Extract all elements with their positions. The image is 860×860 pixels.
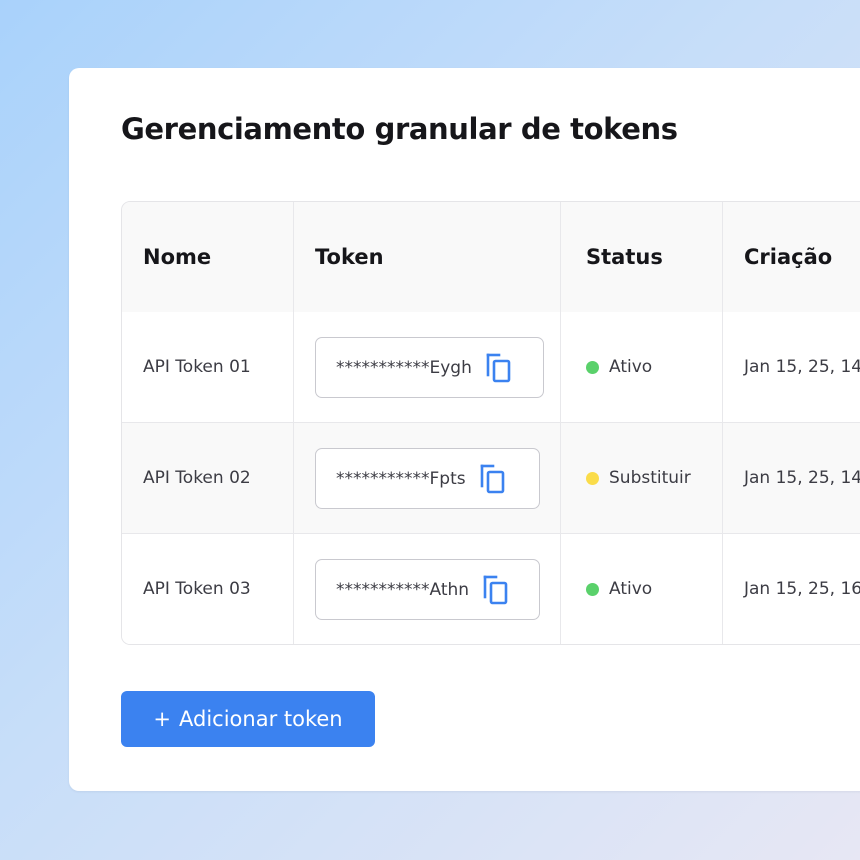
status-dot-icon (586, 582, 599, 596)
created-cell: Jan 15, 25, 14: (744, 312, 860, 422)
token-value: ***********Athn (336, 579, 470, 600)
table-row: API Token 01 ***********Eygh Ativo Jan 1… (122, 312, 860, 423)
token-name: API Token 03 (143, 579, 251, 599)
tokens-table: Nome Token Status Criação API Token 01 *… (121, 201, 860, 645)
token-name-cell: API Token 02 (143, 423, 251, 533)
status-badge: Ativo (609, 357, 653, 377)
created-date: Jan 15, 25, 14: (744, 357, 860, 377)
column-divider (722, 202, 723, 644)
table-row: API Token 02 ***********Fpts Substituir … (122, 423, 860, 534)
add-token-button[interactable]: + Adicionar token (121, 691, 375, 747)
plus-icon: + (153, 707, 171, 731)
copy-icon[interactable] (485, 352, 513, 384)
status-badge: Ativo (609, 579, 653, 599)
token-name-cell: API Token 01 (143, 312, 251, 422)
created-cell: Jan 15, 25, 16: (744, 534, 860, 644)
copy-icon[interactable] (479, 463, 507, 495)
token-name: API Token 02 (143, 468, 251, 488)
table-header-row: Nome Token Status Criação (122, 202, 860, 313)
created-date: Jan 15, 25, 14: (744, 468, 860, 488)
column-header-name: Nome (143, 245, 212, 269)
status-dot-icon (586, 360, 599, 374)
column-header-token: Token (315, 245, 384, 269)
token-field: ***********Athn (315, 559, 540, 620)
token-value: ***********Fpts (336, 468, 466, 489)
table-row: API Token 03 ***********Athn Ativo Jan 1… (122, 534, 860, 644)
add-token-label: Adicionar token (179, 707, 343, 731)
token-name: API Token 01 (143, 357, 251, 377)
status-cell: Ativo (586, 312, 652, 422)
token-management-panel: Gerenciamento granular de tokens Nome To… (69, 68, 860, 791)
page-title: Gerenciamento granular de tokens (121, 112, 678, 146)
token-name-cell: API Token 03 (143, 534, 251, 644)
column-header-status: Status (586, 245, 663, 269)
status-cell: Ativo (586, 534, 652, 644)
column-divider (293, 202, 294, 644)
created-date: Jan 15, 25, 16: (744, 579, 860, 599)
created-cell: Jan 15, 25, 14: (744, 423, 860, 533)
copy-icon[interactable] (482, 574, 510, 606)
token-value: ***********Eygh (336, 357, 472, 378)
status-cell: Substituir (586, 423, 691, 533)
token-field: ***********Eygh (315, 337, 544, 398)
token-field: ***********Fpts (315, 448, 540, 509)
status-badge: Substituir (609, 468, 691, 488)
status-dot-icon (586, 471, 599, 485)
column-header-created: Criação (744, 245, 833, 269)
column-divider (560, 202, 561, 644)
